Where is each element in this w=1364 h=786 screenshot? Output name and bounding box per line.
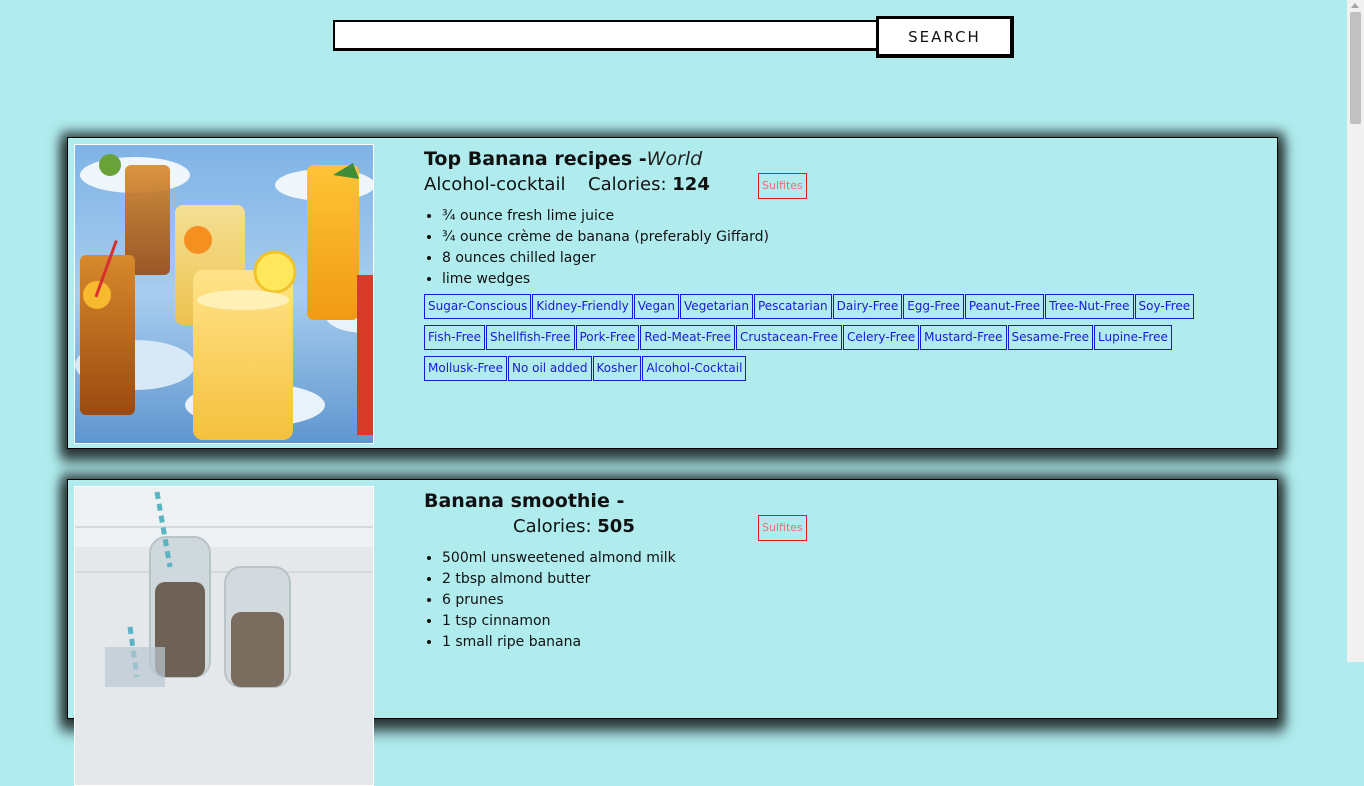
health-label: Vegan <box>633 294 680 319</box>
health-label: Red-Meat-Free <box>640 325 736 350</box>
ingredient-list: 500ml unsweetened almond milk 2 tbsp alm… <box>424 548 1264 653</box>
dish-type: Alcohol-cocktail <box>424 174 566 195</box>
health-label: Crustacean-Free <box>736 325 843 350</box>
recipe-title[interactable]: Top Banana recipes -World <box>424 146 1264 172</box>
health-label: Vegetarian <box>680 294 753 319</box>
ingredient-item: lime wedges <box>442 269 1264 290</box>
calories-value: 505 <box>597 516 635 537</box>
health-label: Celery-Free <box>843 325 920 350</box>
health-label: Peanut-Free <box>964 294 1045 319</box>
calories-label: Calories: <box>513 516 592 537</box>
ingredient-item: ¾ ounce fresh lime juice <box>442 206 1264 227</box>
recipe-info: Banana smoothie - Calories: 505 Sulfites… <box>424 488 1264 653</box>
health-labels: Sugar-Conscious Kidney-Friendly Vegan Ve… <box>424 294 1254 387</box>
health-label: Lupine-Free <box>1094 325 1172 350</box>
recipe-card: Top Banana recipes -World Alcohol-cockta… <box>67 137 1278 449</box>
recipe-image <box>74 144 374 444</box>
caution-badge: Sulfites <box>758 515 807 541</box>
recipe-title-text[interactable]: Banana smoothie - <box>424 490 624 512</box>
recipe-title-text[interactable]: Top Banana recipes - <box>424 148 647 170</box>
ingredient-item: 2 tbsp almond butter <box>442 569 1264 590</box>
calories: Calories: 505 <box>513 516 635 537</box>
calories-label: Calories: <box>588 174 667 195</box>
search-input[interactable] <box>333 20 880 51</box>
health-label: Soy-Free <box>1134 294 1195 319</box>
recipe-image <box>74 486 374 786</box>
health-label: Dairy-Free <box>832 294 903 319</box>
ingredient-item: ¾ ounce crème de banana (preferably Giff… <box>442 227 1264 248</box>
health-label: Shellfish-Free <box>486 325 575 350</box>
health-label: Pescatarian <box>753 294 832 319</box>
scrollbar-thumb[interactable] <box>1350 12 1361 124</box>
health-label: Pork-Free <box>575 325 640 350</box>
health-label: No oil added <box>507 356 592 381</box>
health-label: Egg-Free <box>903 294 964 319</box>
page-scrollbar[interactable] <box>1347 0 1364 662</box>
recipe-info: Top Banana recipes -World Alcohol-cockta… <box>424 146 1264 387</box>
scroll-up-arrow-icon[interactable] <box>1351 3 1359 8</box>
health-label: Mustard-Free <box>920 325 1007 350</box>
health-label: Kidney-Friendly <box>532 294 633 319</box>
caution-badge: Sulfites <box>758 173 807 199</box>
ingredient-item: 6 prunes <box>442 590 1264 611</box>
health-label: Kosher <box>592 356 642 381</box>
ingredient-item: 500ml unsweetened almond milk <box>442 548 1264 569</box>
search-button[interactable]: SEARCH <box>876 16 1014 58</box>
recipe-meta: Alcohol-cocktail Calories: 124 Sulfites <box>424 173 1264 202</box>
recipe-meta: Calories: 505 Sulfites <box>424 515 1264 544</box>
ingredient-item: 1 small ripe banana <box>442 632 1264 653</box>
recipe-title[interactable]: Banana smoothie - <box>424 488 1264 514</box>
health-label: Fish-Free <box>424 325 486 350</box>
health-label: Sesame-Free <box>1007 325 1094 350</box>
calories-value: 124 <box>672 174 710 195</box>
ingredient-item: 8 ounces chilled lager <box>442 248 1264 269</box>
health-label: Mollusk-Free <box>424 356 507 381</box>
health-label: Alcohol-Cocktail <box>642 356 747 381</box>
calories: Calories: 124 <box>588 174 710 195</box>
health-label: Sugar-Conscious <box>424 294 532 319</box>
ingredient-list: ¾ ounce fresh lime juice ¾ ounce crème d… <box>424 206 1264 290</box>
recipe-card: Banana smoothie - Calories: 505 Sulfites… <box>67 479 1278 786</box>
health-label: Tree-Nut-Free <box>1045 294 1134 319</box>
ingredient-item: 1 tsp cinnamon <box>442 611 1264 632</box>
recipe-source: World <box>646 148 703 170</box>
